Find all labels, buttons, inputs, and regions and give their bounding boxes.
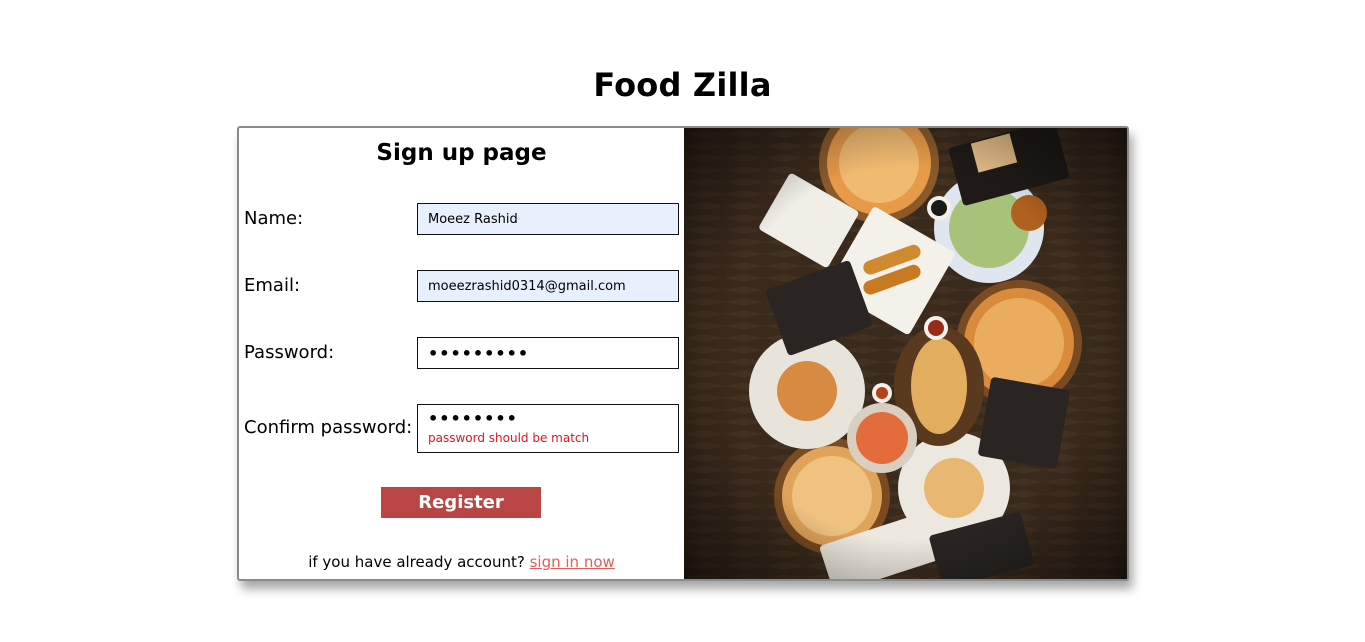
site-title: Food Zilla [593,66,772,104]
register-button[interactable]: Register [381,487,541,518]
password-value: ••••••••• [428,343,530,363]
signin-prompt: if you have already account? [308,553,525,571]
food-spread-illustration [684,128,1127,579]
confirm-password-value: •••••••• [428,409,518,428]
form-title: Sign up page [376,140,547,166]
signin-link[interactable]: sign in now [530,553,615,571]
email-value: moeezrashid0314@gmail.com [428,278,626,294]
signup-card: Sign up page Name: Moeez Rashid Email: m… [237,126,1129,581]
confirm-password-label: Confirm password: [244,417,413,438]
name-field[interactable]: Moeez Rashid [417,203,679,235]
email-label: Email: [244,275,301,296]
name-value: Moeez Rashid [428,211,518,227]
name-label: Name: [244,208,304,229]
confirm-password-field[interactable]: •••••••• password should be match [417,404,679,453]
password-field[interactable]: ••••••••• [417,337,679,369]
food-spread-photo [684,128,1127,579]
email-field[interactable]: moeezrashid0314@gmail.com [417,270,679,302]
signin-prompt-line: if you have already account? sign in now [239,553,684,571]
password-label: Password: [244,342,335,363]
password-match-error: password should be match [428,431,590,445]
signup-form: Sign up page Name: Moeez Rashid Email: m… [239,128,684,579]
